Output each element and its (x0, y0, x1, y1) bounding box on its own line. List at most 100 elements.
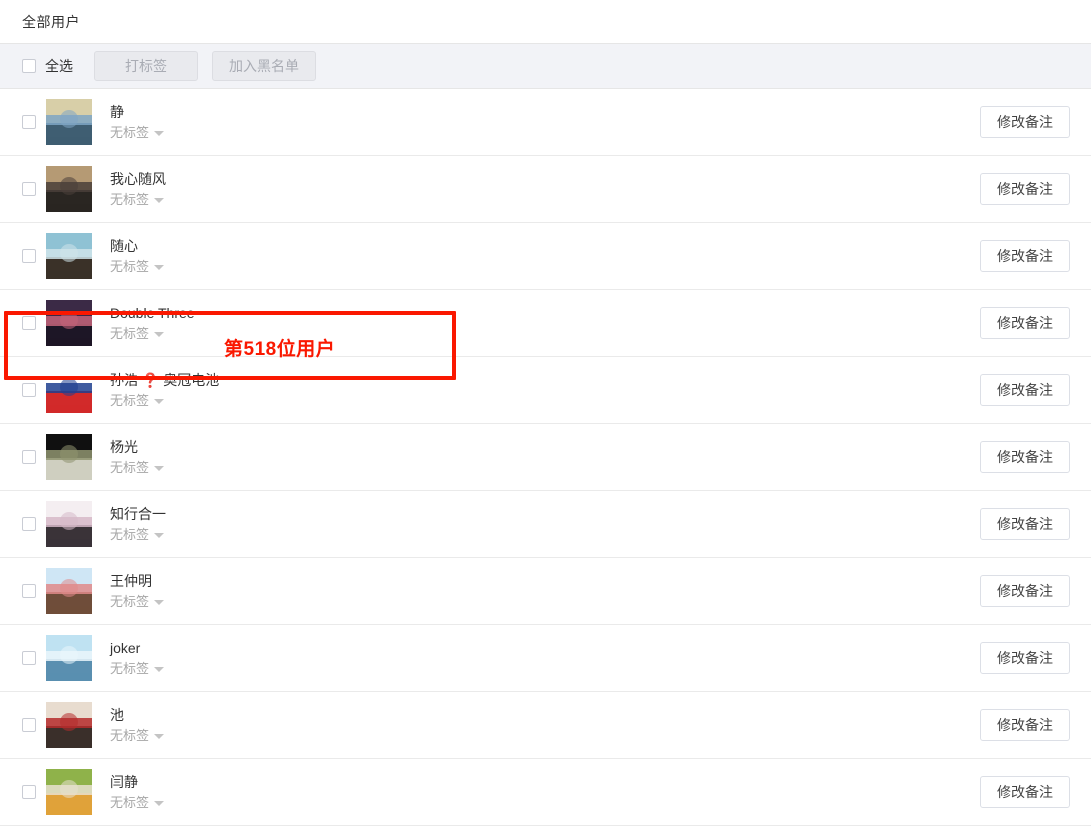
user-name: 随心 (110, 238, 138, 254)
user-tag-selector[interactable]: 无标签 (110, 460, 980, 475)
chevron-down-icon (154, 801, 165, 806)
user-tag-label: 无标签 (110, 125, 150, 140)
user-tag-label: 无标签 (110, 393, 150, 408)
table-row[interactable]: 王仲明 无标签 修改备注 (0, 558, 1091, 625)
select-all-checkbox[interactable] (22, 59, 36, 73)
table-row[interactable]: 知行合一无标签 修改备注 (0, 491, 1091, 558)
page-header: 全部用户 (0, 0, 1091, 44)
avatar (46, 635, 92, 681)
blacklist-button[interactable]: 加入黑名单 (212, 51, 316, 81)
chevron-down-icon (154, 466, 165, 471)
user-tag-label: 无标签 (110, 326, 150, 341)
row-checkbox[interactable] (22, 316, 36, 330)
edit-remark-button[interactable]: 修改备注 (980, 575, 1070, 607)
tag-button[interactable]: 打标签 (94, 51, 198, 81)
user-name: 孙浩 ❓ 奥冠电池 (110, 372, 220, 388)
table-row[interactable]: 我心随风无标签 修改备注 (0, 156, 1091, 223)
row-checkbox[interactable] (22, 115, 36, 129)
user-tag-selector[interactable]: 无标签 (110, 326, 980, 341)
select-all-control[interactable]: 全选 (22, 56, 73, 76)
table-row[interactable]: 随心无标签 修改备注 (0, 223, 1091, 290)
user-name: 知行合一 (110, 506, 166, 522)
edit-remark-button[interactable]: 修改备注 (980, 776, 1070, 808)
edit-remark-button[interactable]: 修改备注 (980, 508, 1070, 540)
row-info: 闫静 无标签 (110, 774, 980, 810)
row-actions: 修改备注 (980, 441, 1070, 473)
row-checkbox[interactable] (22, 450, 36, 464)
row-checkbox[interactable] (22, 383, 36, 397)
row-checkbox[interactable] (22, 584, 36, 598)
table-row[interactable]: 孙浩 ❓ 奥冠电池 无标签 修改备注 (0, 357, 1091, 424)
table-row[interactable]: Double Three 无标签 修改备注 (0, 290, 1091, 357)
edit-remark-button[interactable]: 修改备注 (980, 441, 1070, 473)
user-tag-label: 无标签 (110, 594, 150, 609)
row-info: 静无标签 (110, 104, 980, 140)
row-checkbox[interactable] (22, 718, 36, 732)
row-checkbox[interactable] (22, 651, 36, 665)
user-tag-selector[interactable]: 无标签 (110, 192, 980, 207)
row-info: 随心 无标签 (110, 238, 980, 274)
user-name: 静 (110, 104, 124, 120)
select-all-label: 全选 (45, 58, 73, 74)
user-name: 我心随风 (110, 171, 166, 187)
table-row[interactable]: 杨光 无标签 修改备注 (0, 424, 1091, 491)
row-info: 我心随风 无标签 (110, 171, 980, 207)
user-tag-selector[interactable]: 无标签 (110, 594, 980, 609)
table-row[interactable]: joker 无标签 修改备注 (0, 625, 1091, 692)
row-info: 孙浩 ❓ 奥冠电池 无标签 (110, 372, 980, 408)
chevron-down-icon (154, 198, 165, 203)
avatar (46, 166, 92, 212)
chevron-down-icon (154, 131, 165, 136)
row-checkbox[interactable] (22, 785, 36, 799)
user-name: joker (110, 640, 141, 656)
avatar (46, 568, 92, 614)
user-list: 静无标签 修改备注 我心随风 无标签 修改备注 随心 无标签 修改备注 Double Three… (0, 89, 1091, 826)
avatar (46, 233, 92, 279)
row-actions: 修改备注 (980, 240, 1070, 272)
row-checkbox[interactable] (22, 182, 36, 196)
table-row[interactable]: 闫静 无标签 修改备注 (0, 759, 1091, 826)
row-info: 杨光 无标签 (110, 439, 980, 475)
chevron-down-icon (154, 533, 165, 538)
list-toolbar: 全选 打标签 加入黑名单 (0, 44, 1091, 89)
user-tag-selector[interactable]: 无标签 (110, 661, 980, 676)
row-checkbox[interactable] (22, 249, 36, 263)
avatar (46, 300, 92, 346)
chevron-down-icon (154, 399, 165, 404)
user-tag-selector[interactable]: 无标签 (110, 125, 980, 140)
chevron-down-icon (154, 332, 165, 337)
chevron-down-icon (154, 734, 165, 739)
edit-remark-button[interactable]: 修改备注 (980, 240, 1070, 272)
edit-remark-button[interactable]: 修改备注 (980, 709, 1070, 741)
user-name: Double Three (110, 305, 195, 321)
user-name: 池 (110, 707, 124, 723)
row-actions: 修改备注 (980, 307, 1070, 339)
table-row[interactable]: 池无标签 修改备注 (0, 692, 1091, 759)
row-info: Double Three 无标签 (110, 305, 980, 341)
chevron-down-icon (154, 600, 165, 605)
row-info: joker 无标签 (110, 640, 980, 676)
avatar (46, 434, 92, 480)
user-tag-label: 无标签 (110, 728, 150, 743)
user-tag-selector[interactable]: 无标签 (110, 393, 980, 408)
table-row[interactable]: 静无标签 修改备注 (0, 89, 1091, 156)
edit-remark-button[interactable]: 修改备注 (980, 642, 1070, 674)
user-tag-selector[interactable]: 无标签 (110, 795, 980, 810)
edit-remark-button[interactable]: 修改备注 (980, 106, 1070, 138)
user-tag-selector[interactable]: 无标签 (110, 259, 980, 274)
edit-remark-button[interactable]: 修改备注 (980, 374, 1070, 406)
question-mark-emoji: ❓ (141, 372, 160, 388)
user-tag-selector[interactable]: 无标签 (110, 527, 980, 542)
avatar (46, 367, 92, 413)
user-tag-selector[interactable]: 无标签 (110, 728, 980, 743)
user-tag-label: 无标签 (110, 661, 150, 676)
user-name: 王仲明 (110, 573, 152, 589)
row-actions: 修改备注 (980, 173, 1070, 205)
edit-remark-button[interactable]: 修改备注 (980, 307, 1070, 339)
user-list-page: 全部用户 全选 打标签 加入黑名单 静无标签 修改备注 我心随风 无标签 修改备注 随心无… (0, 0, 1091, 826)
row-actions: 修改备注 (980, 508, 1070, 540)
edit-remark-button[interactable]: 修改备注 (980, 173, 1070, 205)
page-title: 全部用户 (22, 13, 80, 30)
row-info: 王仲明 无标签 (110, 573, 980, 609)
row-checkbox[interactable] (22, 517, 36, 531)
